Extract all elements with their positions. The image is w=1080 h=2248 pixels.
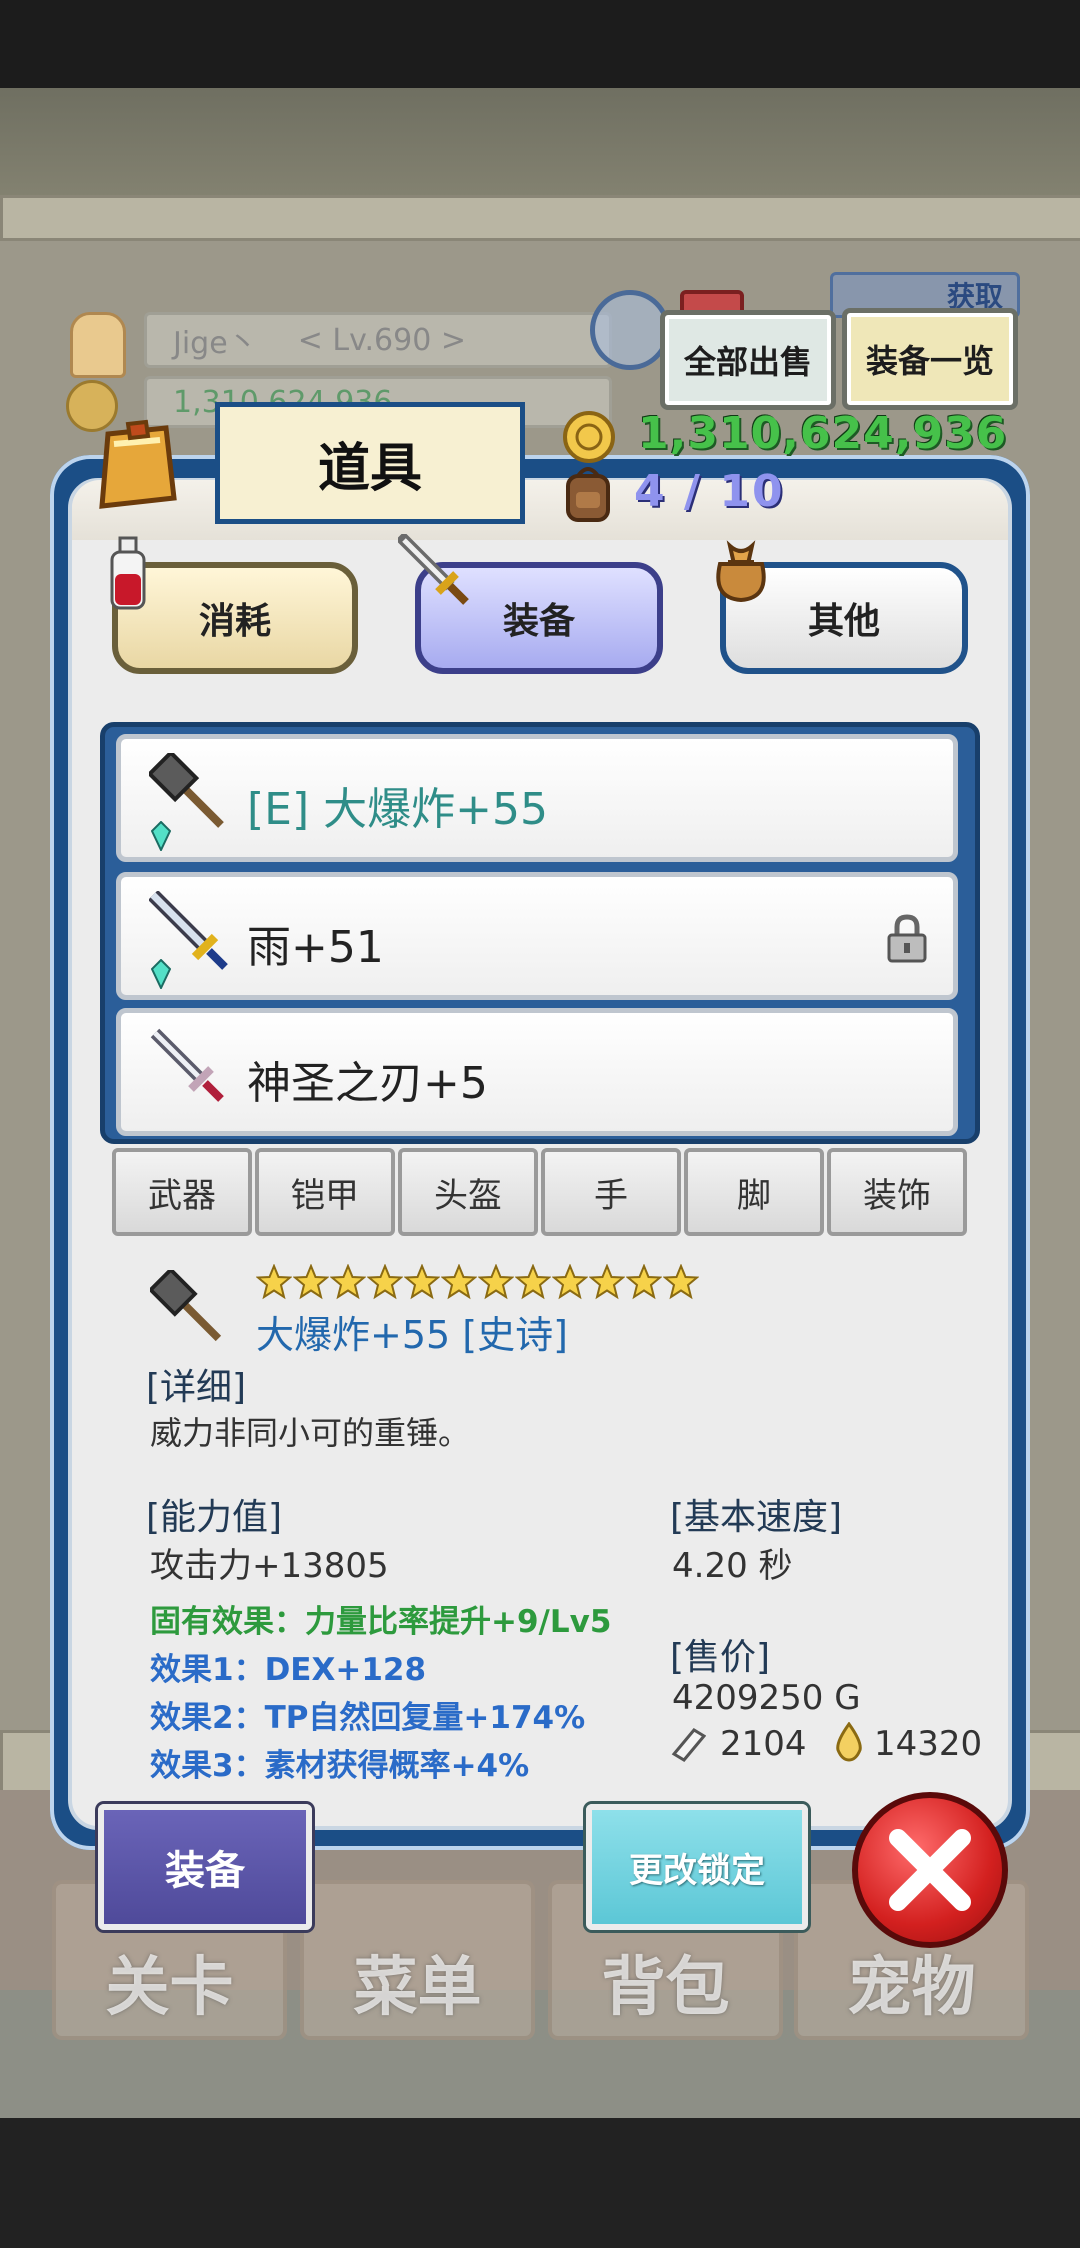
- nav-stage-label: 关卡: [105, 1951, 234, 2025]
- effect-2: 效果2：TP自然回复量+174%: [150, 1700, 586, 1736]
- nav-bag-label: 背包: [601, 1951, 730, 2025]
- item-name: 神圣之刃+5: [247, 1058, 488, 1109]
- star-icon: [663, 1264, 699, 1300]
- selected-item-title: 大爆炸+55 [史诗]: [256, 1313, 568, 1357]
- speed-heading: [基本速度]: [670, 1497, 843, 1538]
- effect-3: 效果3：素材获得概率+4%: [150, 1748, 530, 1784]
- star-icon: [626, 1264, 662, 1300]
- tab-others-label: 其他: [807, 601, 880, 642]
- panel-title: 道具: [215, 402, 525, 524]
- nav-pet-label: 宠物: [847, 1951, 976, 2025]
- star-icon: [256, 1264, 292, 1300]
- equipment-list-button[interactable]: 装备一览: [842, 308, 1018, 410]
- gold-coin-icon: [563, 411, 615, 463]
- navigation-bar-area: [0, 2118, 1080, 2248]
- item-bag-icon: [99, 419, 177, 509]
- panel-header: [72, 480, 1008, 540]
- nav-menu-label: 菜单: [353, 1951, 482, 2025]
- attack-stat: 攻击力+13805: [150, 1546, 389, 1586]
- rarity-stars: [256, 1264, 699, 1300]
- gold-amount: 1,310,624,936: [638, 408, 1008, 459]
- item-name: [E] 大爆炸+55: [247, 784, 548, 835]
- item-description: 威力非同小可的重锤。: [150, 1414, 471, 1452]
- tab-consumables-label: 消耗: [198, 601, 271, 642]
- filter-helmet[interactable]: 头盔: [398, 1148, 538, 1236]
- item-row-big-bang[interactable]: [E] 大爆炸+55: [116, 734, 958, 862]
- drop-icon: [836, 1722, 862, 1762]
- tab-equipment-label: 装备: [502, 601, 575, 642]
- detail-heading: [详细]: [146, 1367, 247, 1408]
- potion-icon: [110, 536, 146, 610]
- star-icon: [330, 1264, 366, 1300]
- player-name: Jige丶: [173, 326, 258, 361]
- pouch-icon: [716, 540, 766, 603]
- filter-accessory[interactable]: 装饰: [827, 1148, 967, 1236]
- sword-tab-icon: [398, 534, 469, 605]
- close-button[interactable]: [852, 1792, 1008, 1948]
- close-icon: [889, 1829, 971, 1911]
- inherent-effect: 固有效果：力量比率提升+9/Lv5: [150, 1604, 612, 1640]
- player-avatar: [70, 312, 126, 378]
- background-beam: [0, 195, 1080, 241]
- filter-foot[interactable]: 脚: [684, 1148, 824, 1236]
- player-info-bar: Jige丶 < Lv.690 >: [144, 312, 612, 368]
- holy-blade-icon: [150, 1028, 224, 1102]
- effect-1: 效果1：DEX+128: [150, 1652, 427, 1688]
- nav-menu[interactable]: 菜单: [300, 1880, 535, 2040]
- equip-button[interactable]: 装备: [98, 1804, 312, 1930]
- star-icon: [515, 1264, 551, 1300]
- star-icon: [293, 1264, 329, 1300]
- gem-icon: [151, 959, 171, 989]
- star-icon: [552, 1264, 588, 1300]
- price-heading: [售价]: [670, 1637, 771, 1678]
- sell-price: 4209250 G: [672, 1678, 861, 1718]
- lock-icon: [887, 914, 927, 963]
- compass-icon: [590, 290, 670, 370]
- item-row-rain[interactable]: 雨+51: [116, 872, 958, 1000]
- item-row-holy-blade[interactable]: 神圣之刃+5: [116, 1008, 958, 1136]
- material-2-amount: 14320: [874, 1724, 983, 1764]
- whetstone-icon: [671, 1728, 706, 1762]
- star-icon: [478, 1264, 514, 1300]
- gem-icon: [151, 821, 171, 851]
- backpack-icon: [566, 467, 610, 522]
- item-name: 雨+51: [247, 922, 384, 973]
- filter-armor[interactable]: 铠甲: [255, 1148, 395, 1236]
- star-icon: [367, 1264, 403, 1300]
- selected-item-hammer-icon: [150, 1270, 222, 1342]
- stats-heading: [能力值]: [146, 1497, 283, 1538]
- star-icon: [441, 1264, 477, 1300]
- base-speed: 4.20 秒: [672, 1546, 793, 1586]
- filter-hand[interactable]: 手: [541, 1148, 681, 1236]
- change-lock-button[interactable]: 更改锁定: [586, 1804, 808, 1930]
- star-icon: [404, 1264, 440, 1300]
- inventory-capacity: 4 / 10: [634, 466, 785, 517]
- filter-weapon[interactable]: 武器: [112, 1148, 252, 1236]
- sell-all-button[interactable]: 全部出售: [660, 310, 836, 410]
- player-level: < Lv.690 >: [297, 322, 466, 358]
- material-1-amount: 2104: [720, 1724, 807, 1764]
- star-icon: [589, 1264, 625, 1300]
